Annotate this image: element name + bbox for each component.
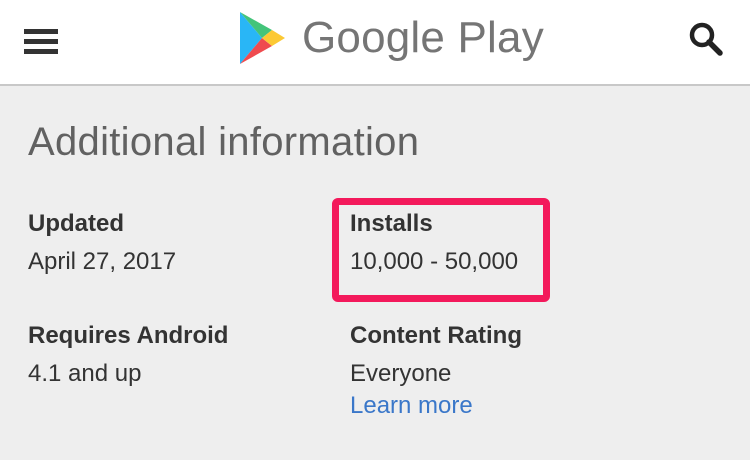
updated-info: Updated April 27, 2017 [28,208,328,278]
requires-android-info: Requires Android 4.1 and up [28,320,328,390]
requires-android-label: Requires Android [28,322,229,349]
requires-android-value: 4.1 and up [28,360,142,387]
content-rating-value: Everyone [350,360,452,387]
section-title: Additional information [28,120,420,164]
additional-info-section: Additional information Updated April 27,… [0,86,750,460]
installs-highlight-box [332,198,550,302]
hamburger-menu-icon[interactable] [22,24,62,60]
play-triangle-icon [240,12,285,64]
learn-more-link[interactable]: Learn more [350,390,650,422]
top-app-bar: Google Play [0,0,750,86]
brand-name: Google Play [302,13,544,62]
content-rating-info: Content Rating Everyone Learn more [350,320,650,422]
google-play-logo[interactable]: Google Play [236,6,544,70]
updated-label: Updated [28,210,124,237]
search-icon[interactable] [686,20,726,60]
content-rating-label: Content Rating [350,322,522,349]
updated-value: April 27, 2017 [28,248,177,275]
